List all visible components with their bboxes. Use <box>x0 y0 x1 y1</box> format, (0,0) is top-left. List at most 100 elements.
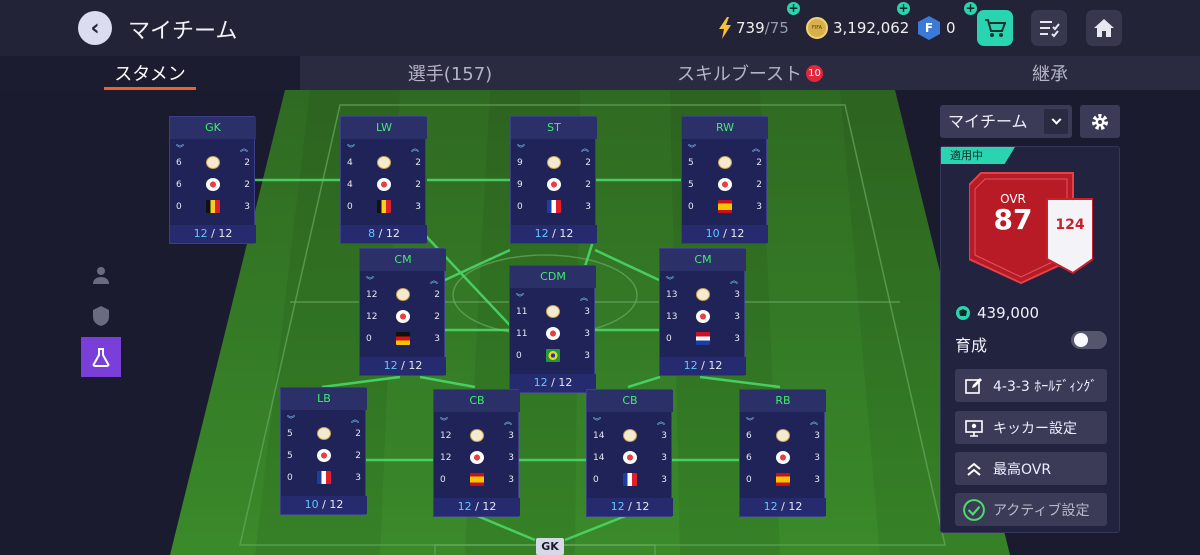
sidebar-kit-button[interactable] <box>81 296 121 336</box>
card-level: 12 / 12 <box>587 498 673 516</box>
kicker-settings-button[interactable]: キッカー設定 <box>955 411 1107 444</box>
card-position: ST <box>511 117 597 139</box>
chemistry-count: 0 <box>666 334 672 344</box>
club-crest-icon <box>470 429 484 442</box>
checklist-icon <box>1040 21 1060 38</box>
chevron-up-icon: ︽ <box>411 144 419 153</box>
chemistry-count: 0 <box>688 202 694 212</box>
chemistry-level: 3 <box>434 334 440 344</box>
chemistry-level: 3 <box>661 431 667 441</box>
training-label: 育成 <box>955 336 988 355</box>
player-card-cdm[interactable]: CDM ︾ ︽ 11 3 11 3 0 3 12 / 12 <box>509 265 596 393</box>
league-logo-icon <box>623 451 637 464</box>
card-level: 10 / 12 <box>281 496 367 514</box>
club-crest-icon <box>377 156 391 169</box>
card-stat-row: 52 <box>682 154 768 174</box>
chevron-up-icon: ︽ <box>752 144 760 153</box>
chemistry-count: 12 <box>366 312 378 322</box>
sub-ovr-value: 124 <box>1055 217 1085 233</box>
settings-button[interactable] <box>1080 105 1120 138</box>
level-current: 10 <box>304 498 319 511</box>
chevron-up-icon: ︽ <box>581 144 589 153</box>
tab-players[interactable]: 選手(157) <box>300 56 600 90</box>
chemistry-level: 3 <box>585 202 591 212</box>
card-stat-row: 92 <box>511 154 597 174</box>
stamina-display: 739/75 <box>718 16 789 40</box>
fp-icon: F <box>918 16 940 40</box>
player-card-cb[interactable]: CB ︾ ︽ 12 3 12 3 0 3 12 / 12 <box>433 389 520 517</box>
player-card-rb[interactable]: RB ︾ ︽ 6 3 6 3 0 3 12 / 12 <box>739 389 826 517</box>
back-button[interactable]: ‹ <box>78 11 112 45</box>
dropdown-area <box>1044 109 1068 134</box>
chemistry-level: 3 <box>814 453 820 463</box>
menu-list-button[interactable] <box>1031 10 1067 46</box>
add-fp-button[interactable]: + <box>964 2 977 15</box>
level-max: / 12 <box>378 227 400 240</box>
team-select[interactable]: マイチーム <box>940 105 1072 138</box>
player-card-lw[interactable]: LW ︾ ︽ 4 2 4 2 0 3 8 / 12 <box>340 116 427 244</box>
chemistry-level: 2 <box>355 429 361 439</box>
club-crest-icon <box>546 305 560 318</box>
player-card-lb[interactable]: LB ︾ ︽ 5 2 5 2 0 3 10 / 12 <box>280 387 367 515</box>
level-current: 12 <box>683 359 698 372</box>
chemistry-level: 2 <box>585 180 591 190</box>
player-card-cm[interactable]: CM ︾ ︽ 12 2 12 2 0 3 12 / 12 <box>359 248 446 376</box>
tab-starting-lineup[interactable]: スタメン <box>0 56 300 90</box>
player-card-cb[interactable]: CB ︾ ︽ 14 3 14 3 0 3 12 / 12 <box>586 389 673 517</box>
chemistry-count: 0 <box>176 202 182 212</box>
formation-button[interactable]: 4-3-3 ﾎｰﾙﾃﾞｨﾝｸﾞ <box>955 369 1107 402</box>
training-toggle[interactable] <box>1071 331 1107 349</box>
player-card-rw[interactable]: RW ︾ ︽ 5 2 5 2 0 3 10 / 12 <box>681 116 768 244</box>
league-logo-icon <box>776 451 790 464</box>
chevron-down-icon <box>1051 114 1061 125</box>
sidebar-player-button[interactable] <box>81 255 121 295</box>
tab-bar: スタメン 選手(157) スキルブースト 10 継承 <box>0 56 1200 90</box>
card-stat-row: 03 <box>341 198 427 218</box>
chevron-up-icon: ︽ <box>351 415 359 424</box>
card-stat-row: 13 3 <box>660 308 746 328</box>
chemistry-count: 6 <box>746 431 752 441</box>
chemistry-level: 2 <box>355 451 361 461</box>
tab-label: スタメン <box>114 64 186 85</box>
tab-inheritance[interactable]: 継承 <box>900 56 1200 90</box>
chemistry-count: 5 <box>688 180 694 190</box>
card-stat-row: 92 <box>511 176 597 196</box>
max-ovr-button[interactable]: 最高OVR <box>955 452 1107 485</box>
player-card-gk[interactable]: GK ︾ ︽ 6 2 6 2 0 3 12 / 12 <box>169 116 256 244</box>
club-crest-icon <box>317 427 331 440</box>
card-stat-row: 11 3 <box>510 303 596 323</box>
shop-button[interactable] <box>977 10 1013 46</box>
chemistry-count: 5 <box>287 451 293 461</box>
card-level: 12 / 12 <box>740 498 826 516</box>
sidebar-lab-button[interactable] <box>81 337 121 377</box>
chemistry-level: 3 <box>756 202 762 212</box>
nation-flag-icon <box>547 200 561 213</box>
player-card-st[interactable]: ST ︾ ︽ 9 2 9 2 0 3 12 / 12 <box>510 116 597 244</box>
chemistry-level: 2 <box>434 290 440 300</box>
card-stat-row: 03 <box>510 347 596 367</box>
level-max: / 12 <box>401 359 423 372</box>
person-icon <box>93 267 109 284</box>
lightning-icon <box>719 17 731 39</box>
chemistry-level: 3 <box>661 475 667 485</box>
chemistry-count: 12 <box>440 453 452 463</box>
kicker-settings-label: キッカー設定 <box>993 420 1077 437</box>
card-level: 12 / 12 <box>510 374 596 392</box>
chemistry-level: 2 <box>585 158 591 168</box>
card-position: RW <box>682 117 768 139</box>
chemistry-level: 3 <box>814 475 820 485</box>
level-max: / 12 <box>552 227 574 240</box>
chemistry-count: 14 <box>593 453 605 463</box>
player-card-cm[interactable]: CM ︾ ︽ 13 3 13 3 0 3 12 / 12 <box>659 248 746 376</box>
active-settings-button[interactable]: アクティブ設定 <box>955 493 1107 526</box>
card-stat-row: 12 3 <box>434 449 520 469</box>
gear-icon <box>1092 113 1108 130</box>
training-points: 439,000 <box>977 304 1040 322</box>
add-coins-button[interactable]: + <box>897 2 910 15</box>
tab-skill-boost[interactable]: スキルブースト 10 <box>600 56 900 90</box>
add-stamina-button[interactable]: + <box>787 2 800 15</box>
chemistry-count: 4 <box>347 158 353 168</box>
edit-icon <box>965 378 982 394</box>
home-button[interactable] <box>1086 10 1122 46</box>
stamina-max: /75 <box>764 19 789 37</box>
